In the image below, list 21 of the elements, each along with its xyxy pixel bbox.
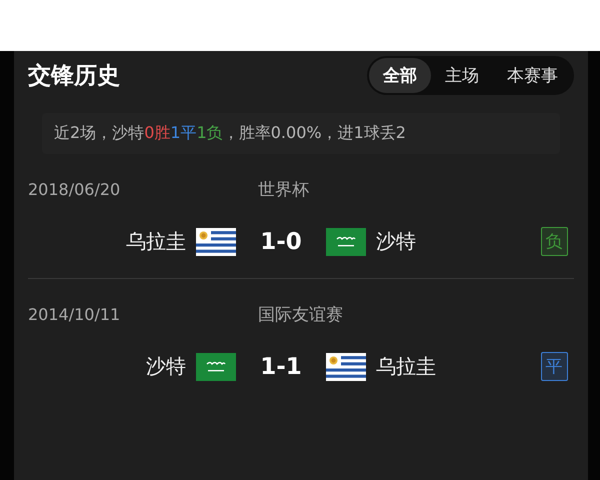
flag-icon (326, 352, 366, 380)
flag-icon (196, 228, 236, 256)
match-date: 2014/10/11 (28, 305, 122, 324)
team-name: 乌拉圭 (126, 228, 186, 255)
flag-icon (326, 228, 366, 256)
result-tag: 负 (540, 227, 568, 256)
flag-icon (196, 352, 236, 380)
match-date: 2018/06/20 (28, 180, 122, 199)
summary-text: 近2场，沙特0胜1平1负，胜率0.00%，进1球丢2 (54, 123, 407, 144)
result-tag: 平 (540, 352, 568, 381)
match-score: 1-1 (259, 354, 303, 380)
competition-name: 国际友谊赛 (258, 304, 344, 326)
team-name: 乌拉圭 (376, 353, 436, 380)
team-name: 沙特 (376, 228, 416, 255)
section-title: 交锋历史 (28, 62, 120, 90)
filter-tab[interactable]: 全部 (369, 58, 431, 92)
competition-name: 世界杯 (258, 179, 310, 201)
filter-tab[interactable]: 本赛事 (493, 58, 572, 92)
filter-tab[interactable]: 主场 (431, 58, 493, 92)
match-score: 1-0 (259, 228, 303, 254)
team-name: 沙特 (146, 353, 186, 380)
